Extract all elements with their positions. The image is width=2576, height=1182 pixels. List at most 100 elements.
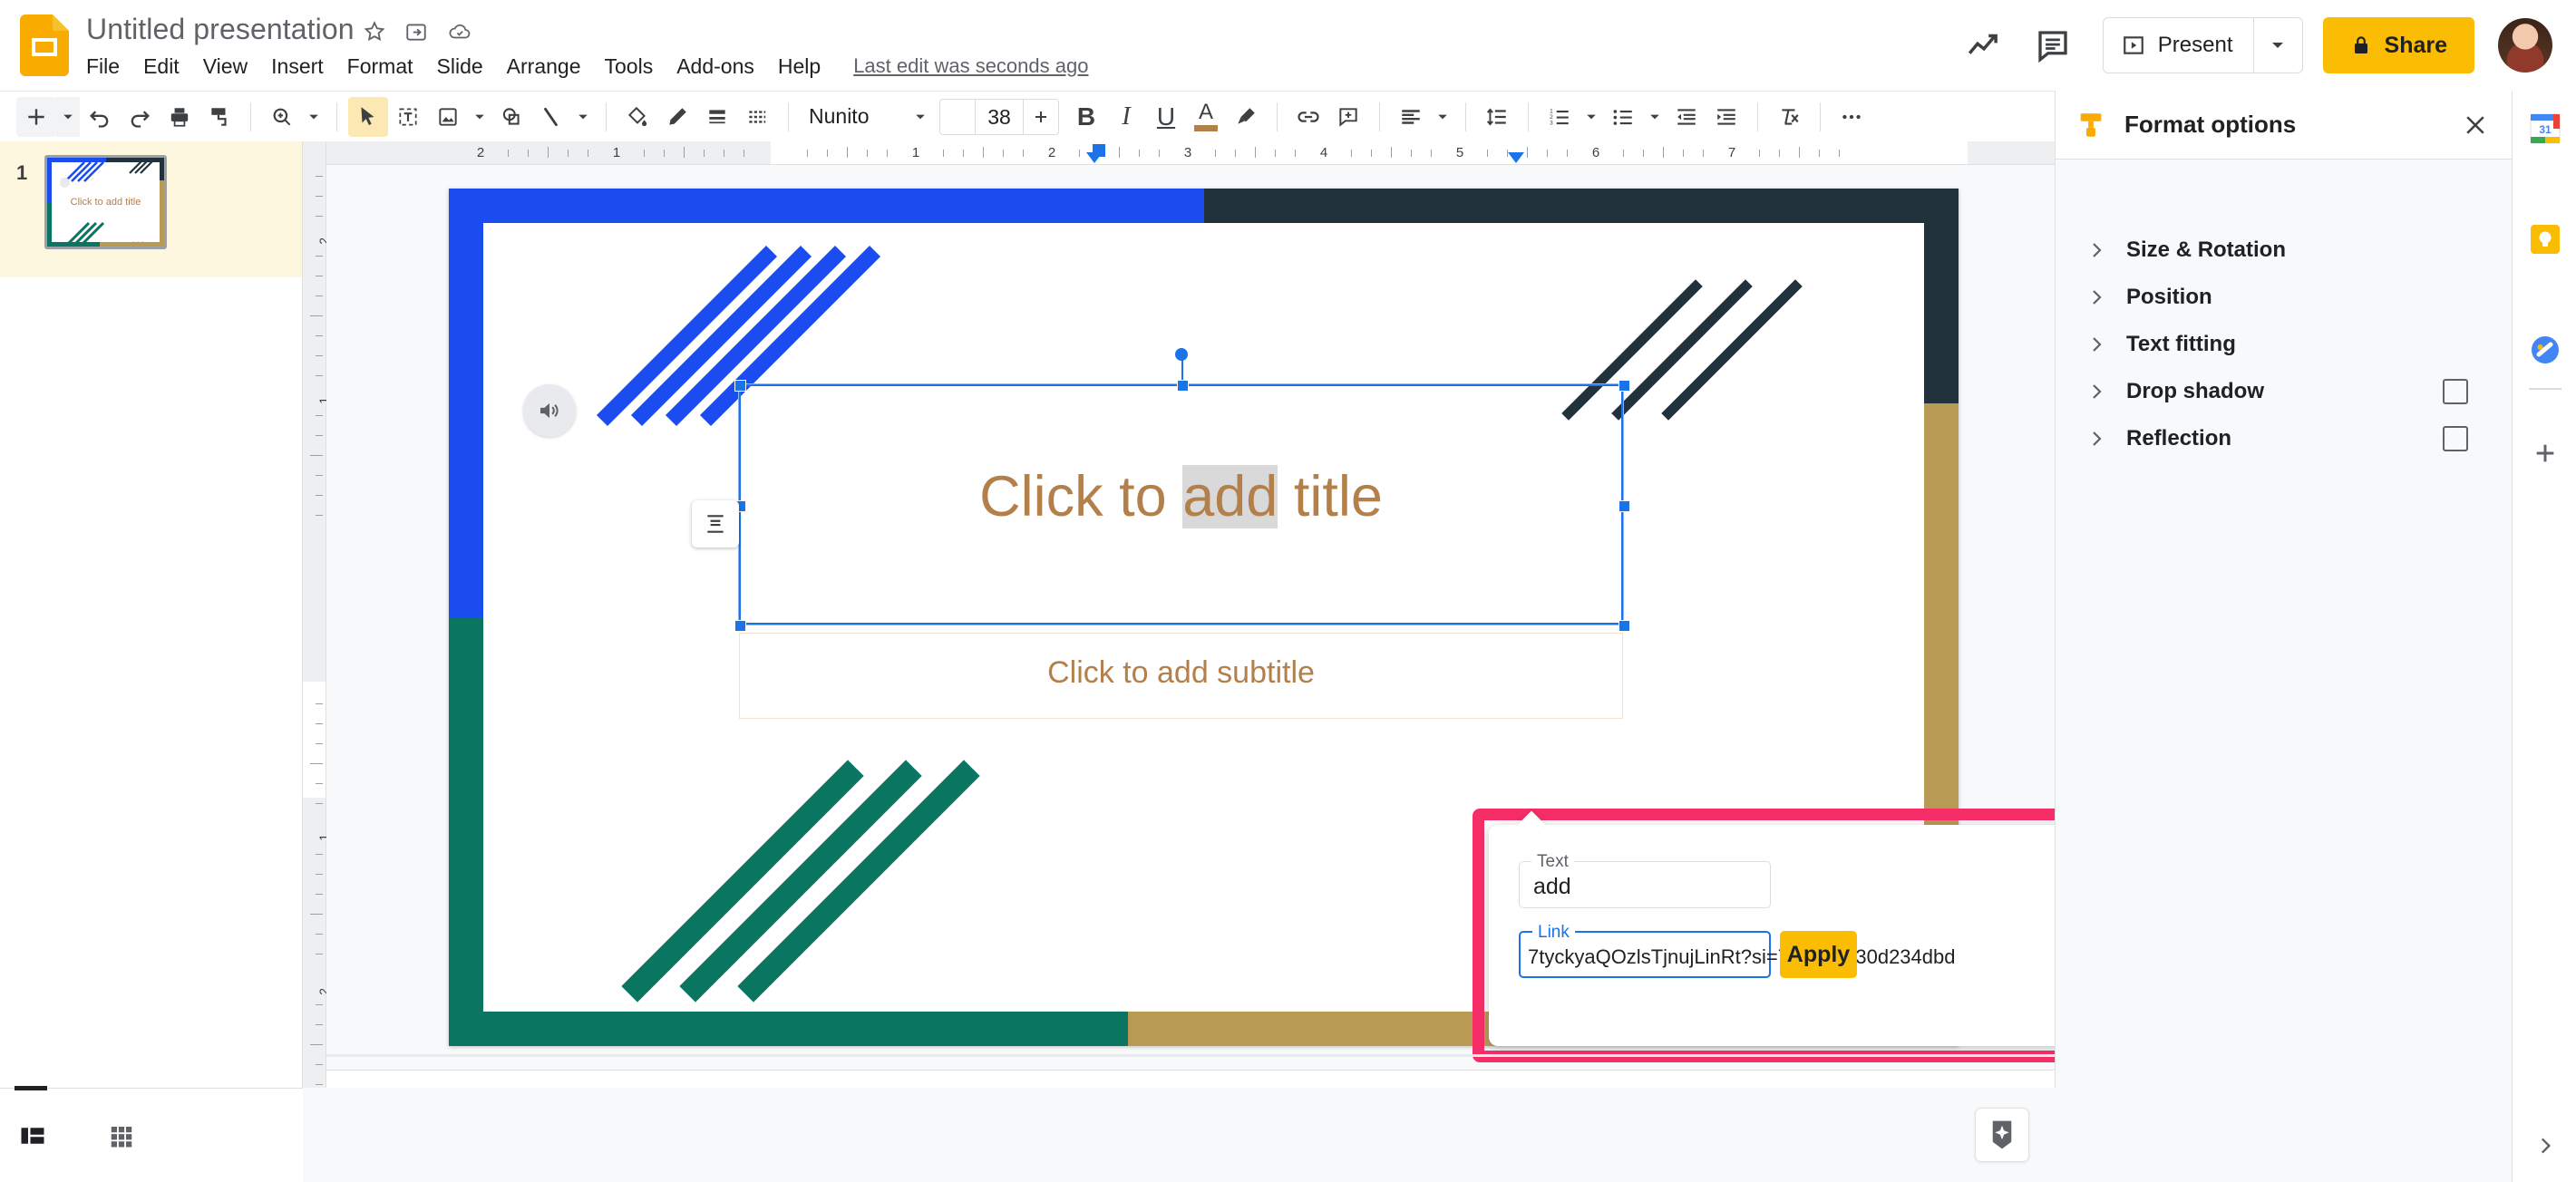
border-dash-button[interactable] <box>737 97 777 137</box>
text-color-button[interactable]: A <box>1186 97 1226 137</box>
more-options-button[interactable] <box>1832 97 1871 137</box>
align-dropdown[interactable] <box>1431 97 1454 137</box>
format-row-drop-shadow[interactable]: Drop shadow <box>2056 368 2512 415</box>
grid-view-button[interactable] <box>102 1116 141 1156</box>
image-tool-button[interactable] <box>428 97 468 137</box>
move-to-folder-icon[interactable] <box>404 20 428 44</box>
horizontal-ruler[interactable]: 2 1 1 2 3 4 5 6 7 <box>326 141 2055 165</box>
resize-handle-nw[interactable] <box>734 380 746 392</box>
apply-button[interactable]: Apply <box>1780 931 1857 978</box>
side-panel-expand-button[interactable] <box>2531 1131 2560 1160</box>
resize-handle-e[interactable] <box>1619 500 1630 512</box>
share-button[interactable]: Share <box>2322 17 2474 73</box>
font-family-dropdown[interactable] <box>909 97 932 137</box>
menu-addons[interactable]: Add-ons <box>676 54 754 79</box>
menu-arrange[interactable]: Arrange <box>507 54 581 79</box>
reflection-checkbox[interactable] <box>2443 426 2468 451</box>
audio-speaker-icon[interactable] <box>523 384 576 437</box>
font-size-increase-button[interactable] <box>1024 100 1058 134</box>
bulleted-list-button[interactable] <box>1603 97 1643 137</box>
bulleted-list-dropdown[interactable] <box>1643 97 1667 137</box>
italic-button[interactable]: I <box>1106 97 1146 137</box>
format-row-position[interactable]: Position <box>2056 274 2512 321</box>
redo-button[interactable] <box>120 97 160 137</box>
font-size-decrease-button[interactable]: minus-icon <box>940 100 975 134</box>
menu-tools[interactable]: Tools <box>605 54 654 79</box>
new-slide-button[interactable] <box>16 96 56 137</box>
resize-handle-ne[interactable] <box>1619 380 1630 392</box>
vertical-align-button[interactable] <box>692 500 739 547</box>
drop-shadow-checkbox[interactable] <box>2443 379 2468 404</box>
menu-slide[interactable]: Slide <box>437 54 483 79</box>
subtitle-placeholder[interactable]: Click to add subtitle <box>739 633 1623 719</box>
link-text-field[interactable]: Text add <box>1519 852 1771 908</box>
close-icon[interactable] <box>2459 109 2492 141</box>
menu-edit[interactable]: Edit <box>143 54 180 79</box>
fill-color-button[interactable] <box>617 97 657 137</box>
link-dialog[interactable]: Text add Link 7tyckyaQOzlsTjnujLinRt?si=… <box>1489 810 2055 1046</box>
zoom-dropdown[interactable] <box>302 97 326 137</box>
slides-logo-icon[interactable] <box>20 15 69 76</box>
left-indent-marker[interactable] <box>1086 152 1103 163</box>
right-indent-marker[interactable] <box>1508 152 1524 163</box>
menu-format[interactable]: Format <box>347 54 413 79</box>
format-row-size-rotation[interactable]: Size & Rotation <box>2056 227 2512 274</box>
bold-button[interactable]: B <box>1066 97 1106 137</box>
present-button[interactable]: Present <box>2104 18 2253 73</box>
font-size-input[interactable]: 38 <box>975 99 1024 134</box>
paint-format-button[interactable] <box>199 97 239 137</box>
decrease-indent-button[interactable] <box>1667 97 1706 137</box>
print-button[interactable] <box>160 97 199 137</box>
line-dropdown[interactable] <box>571 97 595 137</box>
line-tool-button[interactable] <box>531 97 571 137</box>
explore-button[interactable] <box>1975 1108 2029 1162</box>
resize-handle-n[interactable] <box>1177 380 1189 392</box>
clear-formatting-button[interactable] <box>1769 97 1809 137</box>
star-icon[interactable] <box>363 20 386 44</box>
line-spacing-button[interactable] <box>1477 97 1517 137</box>
present-dropdown-button[interactable] <box>2252 18 2302 73</box>
last-edit-link[interactable]: Last edit was seconds ago <box>853 54 1088 78</box>
title-placeholder[interactable]: Click to add title <box>734 348 1630 632</box>
select-tool-button[interactable] <box>348 96 388 137</box>
link-url-field[interactable]: Link 7tyckyaQOzlsTjnujLinRt?si=702e61b30… <box>1519 923 1955 978</box>
menu-file[interactable]: File <box>86 54 120 79</box>
add-addon-icon[interactable] <box>2529 437 2561 470</box>
format-row-text-fitting[interactable]: Text fitting <box>2056 321 2512 368</box>
textbox-tool-button[interactable] <box>388 97 428 137</box>
add-comment-button[interactable] <box>1328 97 1368 137</box>
comment-icon[interactable] <box>2034 26 2072 64</box>
google-tasks-icon[interactable] <box>2529 334 2561 366</box>
filmstrip-view-button[interactable] <box>13 1116 53 1156</box>
underline-button[interactable]: U <box>1146 97 1186 137</box>
rotation-handle[interactable] <box>1174 348 1188 361</box>
menu-view[interactable]: View <box>203 54 248 79</box>
image-dropdown[interactable] <box>468 97 491 137</box>
font-family-selector[interactable]: Nunito <box>800 104 909 129</box>
cloud-saved-icon[interactable] <box>448 20 471 44</box>
shape-tool-button[interactable] <box>491 97 531 137</box>
slide-thumbnail[interactable]: Click to add title <box>44 155 167 249</box>
new-slide-dropdown[interactable] <box>56 96 80 137</box>
menu-insert[interactable]: Insert <box>271 54 324 79</box>
avatar[interactable] <box>2498 18 2552 73</box>
increase-indent-button[interactable] <box>1706 97 1746 137</box>
google-keep-icon[interactable] <box>2529 223 2561 256</box>
vertical-ruler[interactable]: 2 1 1 2 3 <box>303 141 331 1128</box>
activity-trend-icon[interactable] <box>1965 26 2003 64</box>
notes-splitter[interactable] <box>326 1054 2055 1057</box>
google-calendar-icon[interactable]: 31 <box>2529 112 2561 145</box>
border-weight-button[interactable] <box>697 97 737 137</box>
menu-help[interactable]: Help <box>778 54 821 79</box>
border-color-button[interactable] <box>657 97 697 137</box>
zoom-button[interactable] <box>262 97 302 137</box>
numbered-list-dropdown[interactable] <box>1580 97 1603 137</box>
resize-handle-sw[interactable] <box>734 620 746 632</box>
undo-button[interactable] <box>80 97 120 137</box>
resize-handle-se[interactable] <box>1619 620 1630 632</box>
filmstrip-slide-item[interactable]: 1 Click to add title <box>0 141 302 277</box>
insert-link-button[interactable] <box>1288 97 1328 137</box>
document-title[interactable]: Untitled presentation <box>86 13 355 46</box>
numbered-list-button[interactable]: 1 2 3 <box>1540 97 1580 137</box>
align-button[interactable] <box>1391 97 1431 137</box>
